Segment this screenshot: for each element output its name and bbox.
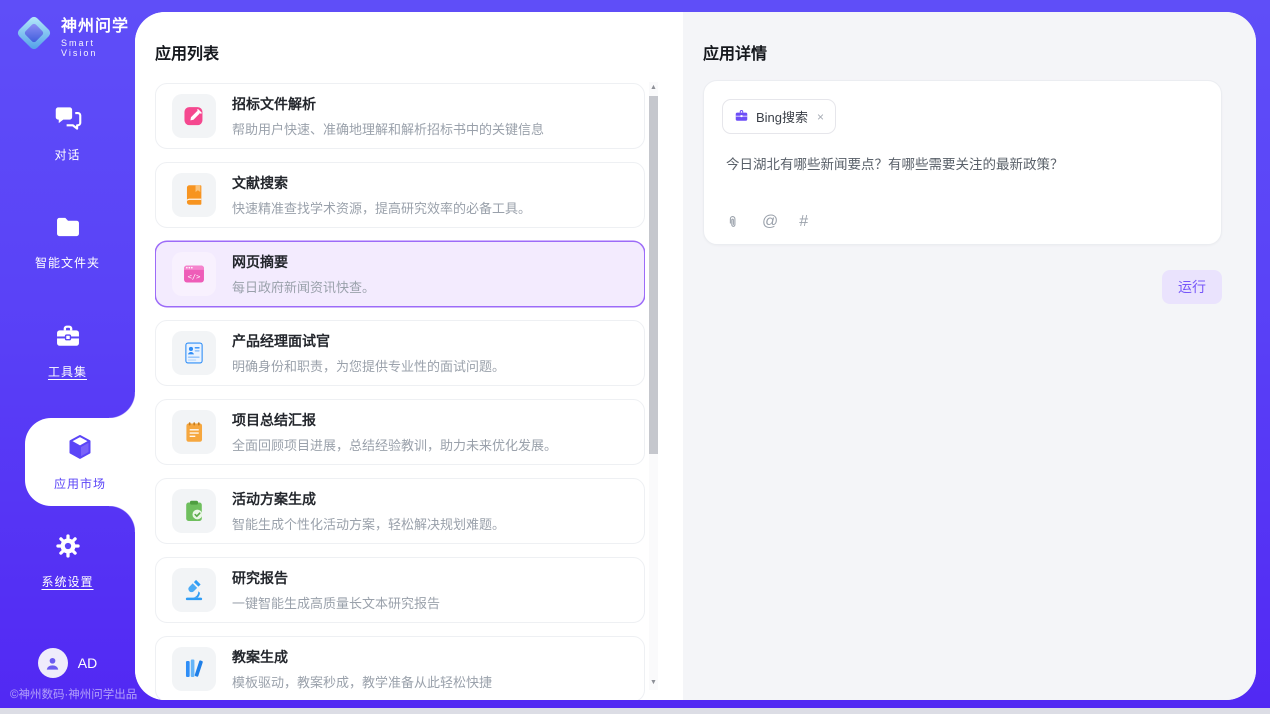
app-card-desc: 模板驱动，教案秒成，教学准备从此轻松快捷 <box>232 672 492 691</box>
app-card-name: 研究报告 <box>232 568 440 588</box>
user-account[interactable]: AD <box>0 648 135 678</box>
scroll-down-icon[interactable]: ▼ <box>649 679 658 686</box>
gem-logo-icon <box>14 13 54 58</box>
app-card-name: 项目总结汇报 <box>232 410 557 430</box>
chat-icon <box>53 103 83 138</box>
sidebar-item-label: 应用市场 <box>54 475 106 492</box>
app-card-name: 网页摘要 <box>232 252 375 272</box>
svg-text:</>: </> <box>188 272 201 281</box>
cube-icon <box>65 432 95 467</box>
app-card-desc: 一键智能生成高质量长文本研究报告 <box>232 593 440 612</box>
scrollbar[interactable]: ▲ ▼ <box>649 82 658 690</box>
sidebar-item-settings[interactable]: 系统设置 <box>0 532 135 590</box>
app-card[interactable]: 招标文件解析帮助用户快速、准确地理解和解析招标书中的关键信息 <box>155 83 645 149</box>
app-cards: 招标文件解析帮助用户快速、准确地理解和解析招标书中的关键信息文献搜索快速精准查找… <box>155 83 645 700</box>
hash-icon[interactable]: # <box>799 213 808 231</box>
sidebar-item-toolset[interactable]: 工具集 <box>0 322 135 380</box>
app-card[interactable]: 项目总结汇报全面回顾项目进展，总结经验教训，助力未来优化发展。 <box>155 399 645 465</box>
brand-name: 神州问学 <box>61 12 135 36</box>
microscope-icon <box>172 568 216 612</box>
copyright-footer: ©神州数码·神州问学出品 <box>10 686 135 702</box>
edit-doc-icon <box>172 94 216 138</box>
gear-icon <box>54 532 82 565</box>
app-card-name: 招标文件解析 <box>232 94 544 114</box>
app-card-name: 文献搜索 <box>232 173 531 193</box>
prompt-input[interactable]: 今日湖北有哪些新闻要点？有哪些需要关注的最新政策？ <box>726 153 1201 173</box>
run-button[interactable]: 运行 <box>1162 270 1222 304</box>
notepad-icon <box>172 410 216 454</box>
run-row: 运行 <box>1162 270 1222 304</box>
app-card[interactable]: </> 网页摘要每日政府新闻资讯快查。 <box>155 241 645 307</box>
app-root: 神州问学 Smart Vision 对话智能文件夹工具集应用市场系统设置 AD … <box>0 0 1270 714</box>
folder-icon <box>54 213 82 246</box>
sidebar-item-app-market[interactable]: 应用市场 <box>25 418 135 506</box>
app-card-desc: 快速精准查找学术资源，提高研究效率的必备工具。 <box>232 198 531 217</box>
app-card-desc: 帮助用户快速、准确地理解和解析招标书中的关键信息 <box>232 119 544 138</box>
app-card[interactable]: 产品经理面试官明确身份和职责，为您提供专业性的面试问题。 <box>155 320 645 386</box>
app-card-name: 产品经理面试官 <box>232 331 505 351</box>
book-icon <box>172 173 216 217</box>
app-card-desc: 明确身份和职责，为您提供专业性的面试问题。 <box>232 356 505 375</box>
app-card-name: 教案生成 <box>232 647 492 667</box>
sidebar-item-label: 智能文件夹 <box>35 254 100 271</box>
brand-subtitle: Smart Vision <box>61 38 135 58</box>
tool-tag-label: Bing搜索 <box>756 107 808 126</box>
app-card[interactable]: 活动方案生成智能生成个性化活动方案，轻松解决规划难题。 <box>155 478 645 544</box>
brand-logo: 神州问学 Smart Vision <box>14 12 135 58</box>
sidebar-item-chat[interactable]: 对话 <box>0 103 135 163</box>
app-list-panel: 应用列表 招标文件解析帮助用户快速、准确地理解和解析招标书中的关键信息文献搜索快… <box>135 12 683 700</box>
app-card[interactable]: 教案生成模板驱动，教案秒成，教学准备从此轻松快捷 <box>155 636 645 700</box>
sidebar-item-smart-folders[interactable]: 智能文件夹 <box>0 213 135 271</box>
content-area: 应用列表 招标文件解析帮助用户快速、准确地理解和解析招标书中的关键信息文献搜索快… <box>135 12 1256 700</box>
scrollbar-thumb[interactable] <box>649 96 658 454</box>
app-card[interactable]: 文献搜索快速精准查找学术资源，提高研究效率的必备工具。 <box>155 162 645 228</box>
sidebar-item-label: 系统设置 <box>41 573 93 590</box>
tool-tag-bing-search[interactable]: Bing搜索 × <box>722 99 836 134</box>
app-detail-panel: 应用详情 Bing搜索 × 今日湖北有哪些新闻要点？有哪些需要关注的最新政策？ … <box>683 12 1256 700</box>
paperclip-icon[interactable] <box>724 214 741 231</box>
app-card[interactable]: 研究报告一键智能生成高质量长文本研究报告 <box>155 557 645 623</box>
remove-tool-icon[interactable]: × <box>817 110 824 124</box>
attachment-toolbar: @# <box>724 213 808 231</box>
user-initials: AD <box>78 655 97 671</box>
app-card-name: 活动方案生成 <box>232 489 505 509</box>
bottom-edge <box>0 708 1270 714</box>
web-code-icon: </> <box>172 252 216 296</box>
app-detail-title: 应用详情 <box>703 40 1256 64</box>
toolbox-icon <box>54 322 82 355</box>
resume-icon <box>172 331 216 375</box>
scroll-up-icon[interactable]: ▲ <box>649 84 658 91</box>
app-card-desc: 全面回顾项目进展，总结经验教训，助力未来优化发展。 <box>232 435 557 454</box>
sidebar: 神州问学 Smart Vision 对话智能文件夹工具集应用市场系统设置 AD … <box>0 0 135 714</box>
sidebar-item-label: 对话 <box>54 146 80 163</box>
app-card-desc: 智能生成个性化活动方案，轻松解决规划难题。 <box>232 514 505 533</box>
briefcase-icon <box>734 108 749 126</box>
avatar <box>38 648 68 678</box>
sidebar-item-label: 工具集 <box>48 363 87 380</box>
app-list-title: 应用列表 <box>155 40 683 64</box>
prompt-card: Bing搜索 × 今日湖北有哪些新闻要点？有哪些需要关注的最新政策？ @# <box>703 80 1222 245</box>
at-icon[interactable]: @ <box>762 213 778 231</box>
app-card-desc: 每日政府新闻资讯快查。 <box>232 277 375 296</box>
clipboard-check-icon <box>172 489 216 533</box>
books-icon <box>172 647 216 691</box>
